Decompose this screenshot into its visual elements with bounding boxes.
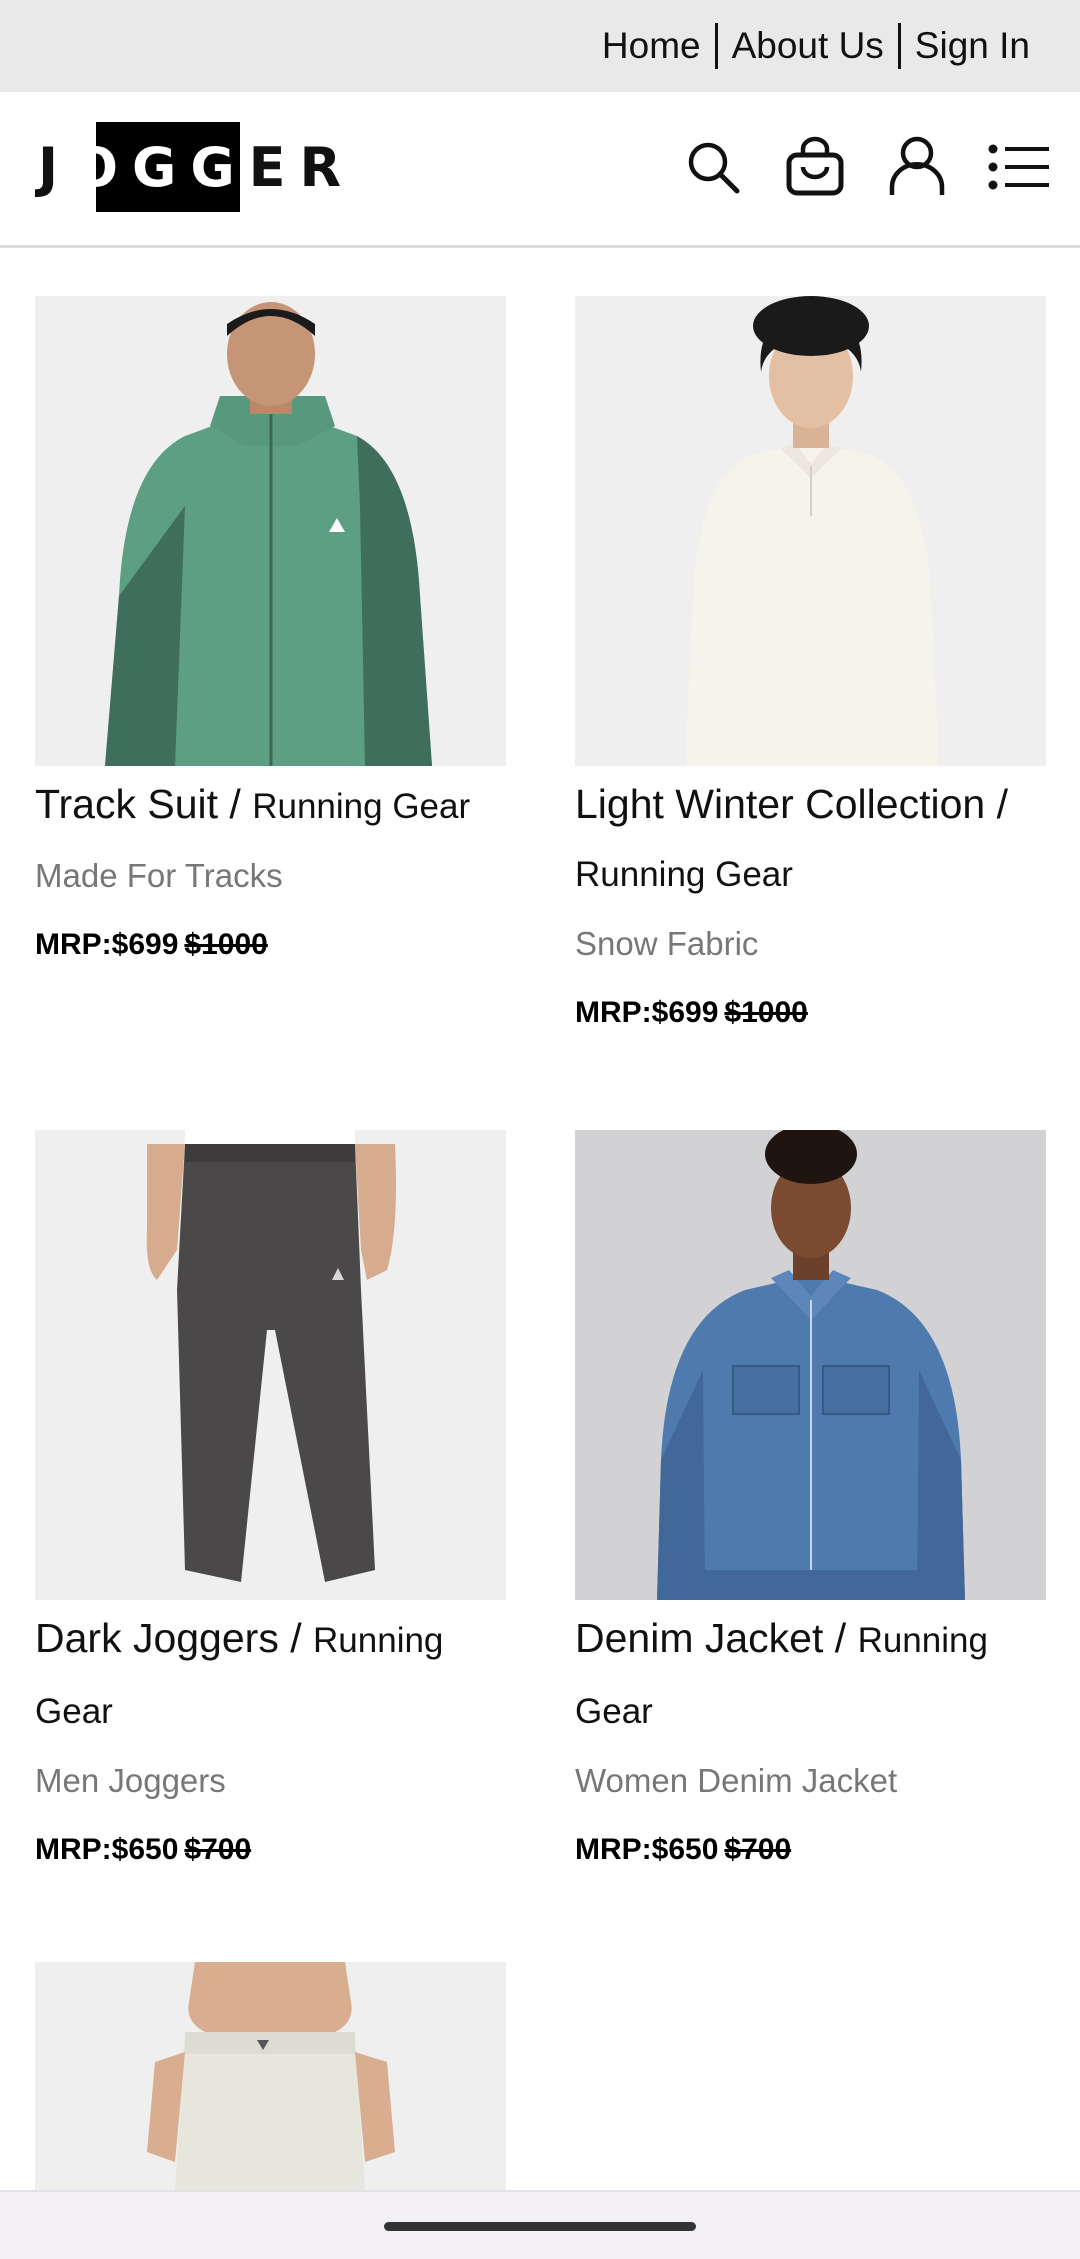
product-title[interactable]: Denim Jacket / Running Gear <box>575 1604 1046 1746</box>
old-price: $1000 <box>724 996 808 1029</box>
title-separator: / <box>985 781 1008 827</box>
logo-letter: R <box>299 135 356 199</box>
product-price: MRP:$650 $700 <box>575 1816 1046 1884</box>
product-title[interactable]: Dark Joggers / Running Gear <box>35 1604 506 1746</box>
product-card[interactable]: Dark Joggers / Running Gear Men Joggers … <box>35 1130 506 1884</box>
logo-letter: E <box>248 135 300 199</box>
current-price: MRP:$699 <box>575 996 719 1029</box>
product-name: Denim Jacket <box>575 1615 824 1661</box>
product-name: Light Winter Collection <box>575 781 986 827</box>
product-name: Dark Joggers <box>35 1615 279 1661</box>
product-price: MRP:$699 $1000 <box>35 911 506 979</box>
product-name: Track Suit <box>35 781 219 827</box>
search-icon[interactable] <box>680 134 746 200</box>
product-title[interactable]: Track Suit / Running Gear <box>35 770 506 841</box>
user-icon[interactable] <box>884 134 950 200</box>
product-image[interactable] <box>35 296 506 766</box>
home-indicator[interactable] <box>384 2222 696 2231</box>
product-card[interactable]: Track Suit / Running Gear Made For Track… <box>35 296 506 979</box>
product-card[interactable]: Light Winter Collection / Running Gear S… <box>575 296 1046 1047</box>
title-separator: / <box>278 1615 314 1661</box>
product-image[interactable] <box>575 1130 1046 1600</box>
product-category: Running Gear <box>575 855 793 894</box>
product-image[interactable] <box>575 296 1046 766</box>
product-price: MRP:$650 $700 <box>35 1816 506 1884</box>
system-navigation-bar <box>0 2190 1080 2259</box>
logo-letter: J <box>38 135 73 199</box>
product-subtitle: Snow Fabric <box>575 925 759 962</box>
product-price: MRP:$699 $1000 <box>575 979 1046 1047</box>
product-subtitle: Men Joggers <box>35 1762 226 1799</box>
product-subtitle: Made For Tracks <box>35 857 283 894</box>
brand-logo[interactable]: JOGGER <box>38 122 355 212</box>
product-category: Running Gear <box>252 787 471 826</box>
product-card[interactable] <box>35 1962 506 2190</box>
logo-letter: G <box>132 135 191 199</box>
top-utility-bar: Home About Us Sign In <box>0 0 1080 92</box>
logo-letter: G <box>190 135 249 199</box>
logo-text: JOGGER <box>38 136 355 199</box>
current-price: MRP:$650 <box>35 1833 179 1866</box>
nav-link-sign-in[interactable]: Sign In <box>901 23 1044 69</box>
menu-icon[interactable] <box>986 134 1052 200</box>
old-price: $700 <box>184 1833 252 1866</box>
nav-link-home[interactable]: Home <box>588 23 715 69</box>
product-card[interactable]: Denim Jacket / Running Gear Women Denim … <box>575 1130 1046 1884</box>
title-separator: / <box>823 1615 858 1661</box>
site-header: JOGGER <box>0 92 1080 248</box>
bag-icon[interactable] <box>782 134 848 200</box>
product-image[interactable] <box>35 1962 506 2190</box>
current-price: MRP:$650 <box>575 1833 719 1866</box>
old-price: $700 <box>724 1833 792 1866</box>
product-image[interactable] <box>35 1130 506 1600</box>
logo-letter: O <box>72 135 132 199</box>
old-price: $1000 <box>184 928 268 961</box>
title-separator: / <box>218 781 253 827</box>
product-title[interactable]: Light Winter Collection / Running Gear <box>575 770 1046 909</box>
nav-link-about-us[interactable]: About Us <box>718 23 898 69</box>
product-subtitle: Women Denim Jacket <box>575 1762 898 1799</box>
current-price: MRP:$699 <box>35 928 179 961</box>
header-icons <box>680 134 1052 200</box>
